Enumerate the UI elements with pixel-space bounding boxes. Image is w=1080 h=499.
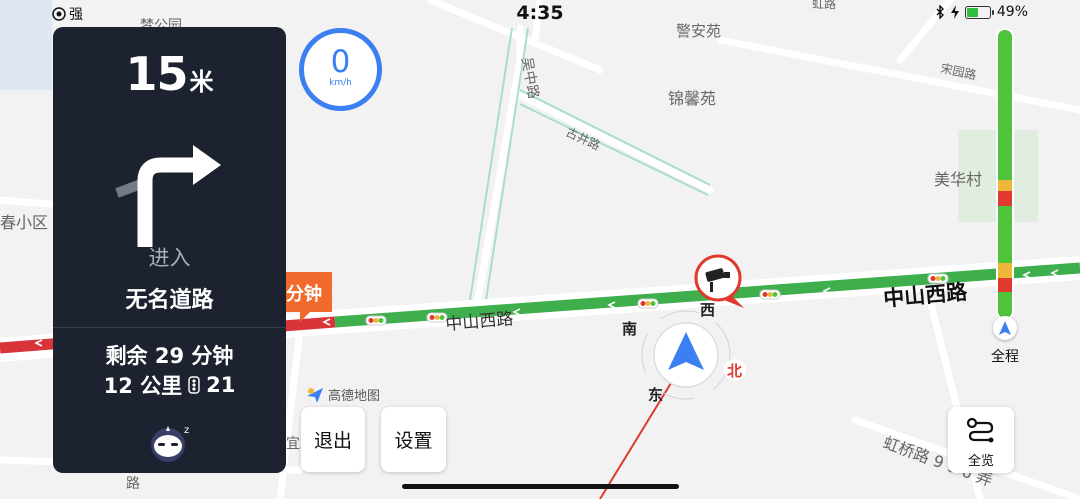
speed-value: 0 (330, 44, 351, 80)
settings-button[interactable]: 设置 (381, 407, 446, 472)
panel-divider (53, 327, 286, 328)
battery-label: 49% (996, 4, 1028, 20)
remaining-summary: 12 公里 21 (53, 370, 286, 400)
speed-unit: km/h (329, 78, 352, 88)
status-bar: 强 4:35 49% (0, 0, 1080, 28)
route-segment-slow (998, 179, 1012, 192)
home-indicator[interactable] (402, 484, 679, 489)
route-segment-smooth (998, 30, 1012, 180)
speedometer: 0 km/h (299, 28, 382, 111)
traffic-light-count: 21 (206, 373, 236, 397)
amap-logo-icon (307, 387, 323, 403)
action-label: 进入 (148, 246, 191, 270)
exit-button[interactable]: 退出 (301, 407, 365, 472)
remaining-time: 剩余 29 分钟 (105, 344, 234, 368)
route-segment-smooth (998, 292, 1012, 318)
poi-label: 锦馨苑 (668, 89, 716, 108)
route-progress-car (993, 316, 1017, 340)
svg-text:z: z (184, 425, 189, 436)
road-label: 路 (126, 476, 140, 492)
poi-label: 美华村 (934, 170, 982, 189)
distance-value: 15 (125, 47, 188, 101)
device-status: 49% (935, 4, 1028, 20)
brand-logo-text: 高德地图 (328, 389, 381, 404)
distance-unit: 米 (189, 68, 214, 96)
compass-north: 北 (727, 362, 742, 380)
poi-label: 春小区 (0, 213, 48, 232)
navigation-arrow-icon (999, 321, 1011, 335)
route-overview-icon (966, 417, 994, 443)
next-road-name: 无名道路 (125, 288, 214, 313)
next-turn-distance: 15米 (53, 47, 286, 101)
route-segment-congested (998, 277, 1012, 293)
remaining-distance: 12 公里 (103, 374, 183, 398)
route-segment-congested (998, 191, 1012, 206)
bluetooth-icon (936, 5, 944, 19)
route-segment-smooth (998, 205, 1012, 264)
overview-button-label: 全览 (967, 454, 994, 469)
settings-button-label: 设置 (394, 430, 433, 452)
compass-west: 西 (700, 301, 715, 319)
route-progress-label: 全程 (991, 349, 1019, 365)
charging-icon (950, 5, 959, 19)
overview-button[interactable]: 全览 (948, 407, 1014, 473)
timing-tag-text: 分钟 (286, 283, 322, 305)
route-progress-bar (996, 28, 1014, 320)
route-segment-slow (998, 263, 1012, 278)
exit-button-label: 退出 (313, 430, 352, 452)
compass-south: 南 (622, 320, 637, 338)
voice-assistant-icon[interactable]: z (148, 423, 194, 463)
traffic-light-count-icon (188, 376, 200, 394)
turn-right-icon (115, 145, 221, 247)
clock: 4:35 (516, 2, 564, 24)
brand-logo: 高德地图 (306, 385, 380, 404)
battery-icon (964, 5, 994, 19)
guidance-panel: 15米 进入 无名道路 剩余 29 分钟 12 公里 21 z (53, 27, 286, 473)
compass-east: 东 (648, 386, 663, 404)
